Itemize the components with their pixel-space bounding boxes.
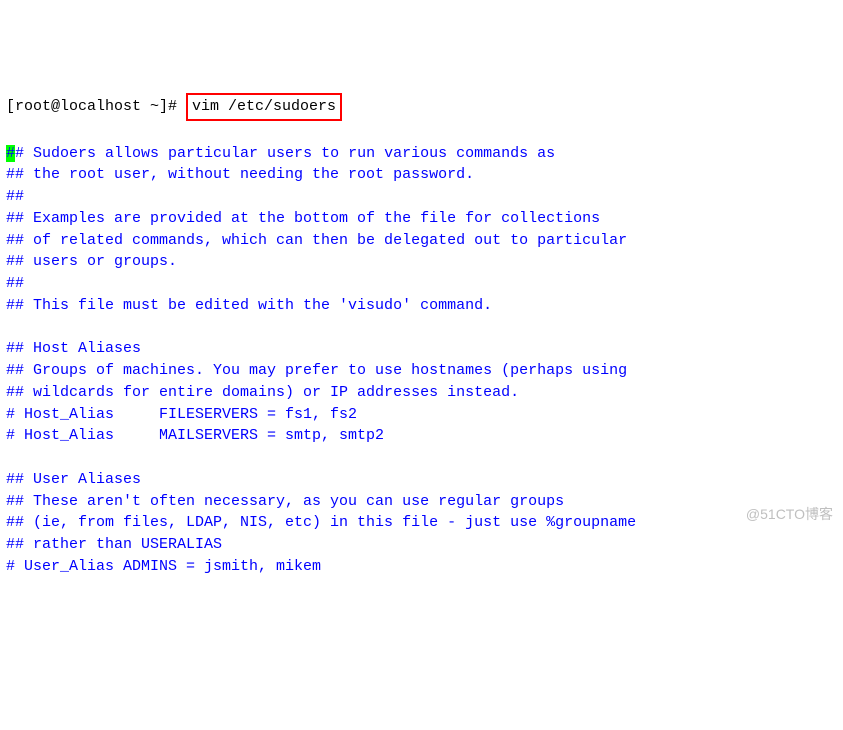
file-line: ## bbox=[6, 275, 24, 292]
file-line: ## rather than USERALIAS bbox=[6, 536, 222, 553]
file-line: ## (ie, from files, LDAP, NIS, etc) in t… bbox=[6, 514, 636, 531]
terminal-output: [root@localhost ~]# vim /etc/sudoers ## … bbox=[6, 93, 837, 578]
file-line: ## users or groups. bbox=[6, 253, 177, 270]
file-line: ## of related commands, which can then b… bbox=[6, 232, 627, 249]
file-line: # User_Alias ADMINS = jsmith, mikem bbox=[6, 558, 321, 575]
command-text: vim /etc/sudoers bbox=[192, 98, 336, 115]
file-line: ## Host Aliases bbox=[6, 340, 141, 357]
command-highlight-box: vim /etc/sudoers bbox=[186, 93, 342, 121]
file-line: ## bbox=[6, 188, 24, 205]
file-line: # Host_Alias MAILSERVERS = smtp, smtp2 bbox=[6, 427, 384, 444]
file-line: # Sudoers allows particular users to run… bbox=[15, 145, 555, 162]
file-line: ## User Aliases bbox=[6, 471, 141, 488]
file-line: ## This file must be edited with the 'vi… bbox=[6, 297, 492, 314]
watermark-text: @51CTO博客 bbox=[746, 504, 833, 524]
vim-cursor: # bbox=[6, 145, 15, 162]
file-line: ## Groups of machines. You may prefer to… bbox=[6, 362, 627, 379]
file-line: ## These aren't often necessary, as you … bbox=[6, 493, 564, 510]
file-line: ## Examples are provided at the bottom o… bbox=[6, 210, 600, 227]
file-line: ## the root user, without needing the ro… bbox=[6, 166, 474, 183]
shell-prompt: [root@localhost ~]# bbox=[6, 98, 186, 115]
file-line: ## wildcards for entire domains) or IP a… bbox=[6, 384, 519, 401]
file-line: # Host_Alias FILESERVERS = fs1, fs2 bbox=[6, 406, 357, 423]
